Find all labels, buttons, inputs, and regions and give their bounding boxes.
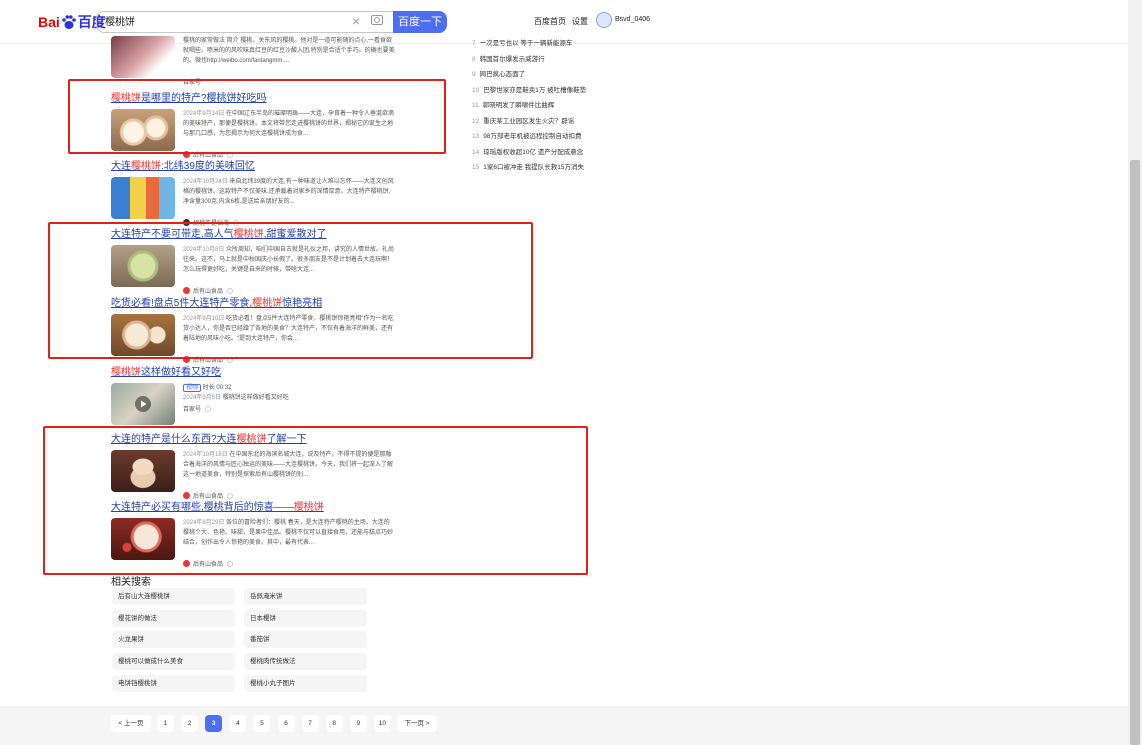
page-9-button[interactable]: 9 xyxy=(349,715,367,732)
page-4-button[interactable]: 4 xyxy=(229,715,247,732)
hot-news-item[interactable]: 9 网巴疯心态面了 xyxy=(472,68,525,78)
page-2-button[interactable]: 2 xyxy=(181,715,199,732)
settings-link[interactable]: 设置 xyxy=(572,16,588,27)
page-3-button[interactable]: 3 xyxy=(205,715,223,732)
result-title-link[interactable]: 大连樱桃饼:北纬39度的美味回忆 xyxy=(111,160,401,173)
video-thumbnail[interactable] xyxy=(111,383,175,425)
page-1-button[interactable]: 1 xyxy=(157,715,174,732)
annotation-box xyxy=(68,79,446,154)
play-icon xyxy=(135,396,151,412)
page-10-button[interactable]: 10 xyxy=(373,715,391,732)
paw-icon xyxy=(61,15,76,29)
result-source[interactable]: 百家号 xyxy=(183,404,201,413)
related-search-chip[interactable]: 后有山大连樱桃饼 xyxy=(112,588,235,605)
page-7-button[interactable]: 7 xyxy=(301,715,319,732)
hot-news-item[interactable]: 8 韩国首尔爆发示威游行 xyxy=(472,53,545,63)
related-search-chip[interactable]: 樱桃可以做成什么美食 xyxy=(112,653,235,671)
result-thumbnail[interactable] xyxy=(111,177,175,219)
annotation-box xyxy=(48,222,533,359)
avatar[interactable] xyxy=(596,12,612,28)
result-abstract: 樱桃的家常做法 简介 樱桃、关东风的樱桃。他对是一道可能随的点心,一看食欲就喝些… xyxy=(183,38,395,64)
camera-icon[interactable] xyxy=(371,15,383,25)
video-duration: 时长 00:32 xyxy=(202,385,232,391)
page-5-button[interactable]: 5 xyxy=(253,715,271,732)
hot-news-item[interactable]: 12 重庆某工业园区发生火灾？辟谣 xyxy=(472,115,574,125)
related-title: 相关搜索 xyxy=(111,577,151,588)
related-search-chip[interactable]: 电饼铛樱桃饼 xyxy=(112,674,235,692)
result-abstract: 樱桃饼这样做好看又好吃 xyxy=(222,395,289,401)
search-result: 大连樱桃饼:北纬39度的美味回忆 2024年10月24日 来自北纬39度的大连,… xyxy=(111,160,401,227)
related-search-chip[interactable]: 樱花饼的做法 xyxy=(112,609,235,627)
page-6-button[interactable]: 6 xyxy=(277,715,295,732)
home-link[interactable]: 百度首页 xyxy=(534,16,566,27)
page-8-button[interactable]: 8 xyxy=(325,715,343,732)
related-search-chip[interactable]: 日本樱饼 xyxy=(244,609,367,627)
search-result-video: 樱桃饼这样做好看又好吃 视频 时长 00:32 2024年9月5日 樱桃饼这样做… xyxy=(111,366,401,425)
annotation-box xyxy=(43,426,588,575)
info-icon[interactable] xyxy=(205,405,212,412)
logo-bai: Bai xyxy=(38,14,60,30)
clear-icon[interactable]: × xyxy=(352,13,360,29)
hot-news-item[interactable]: 15 1家6口被冲走 我提队长救15万消失 xyxy=(472,161,584,171)
hot-news-item[interactable]: 7 一次是亏也以 等于一辆新能源车 xyxy=(472,37,572,47)
related-search-chip[interactable]: 火龙果饼 xyxy=(112,631,235,649)
hot-news-item[interactable]: 13 98万部老年机被远程控制自动扣费 xyxy=(472,130,581,140)
related-search-chip[interactable]: 岳佩淹米饼 xyxy=(244,588,367,605)
hot-news-item[interactable]: 14 琼瑶版权收超10亿 遗产分配成悬念 xyxy=(472,146,583,156)
search-input[interactable] xyxy=(105,15,345,26)
related-search-chip[interactable]: 樱桃肉传统做法 xyxy=(244,653,367,671)
username[interactable]: Bsvd_0406 xyxy=(615,16,650,23)
video-tag: 视频 xyxy=(183,384,202,392)
result-thumbnail[interactable] xyxy=(111,36,175,78)
hot-news-item[interactable]: 11 郭晓明发了瞬啸件比曲辉 xyxy=(472,99,554,109)
next-page-button[interactable]: 下一页 > xyxy=(397,715,437,732)
related-search-chip[interactable]: 番茄饼 xyxy=(244,631,367,649)
related-search-chip[interactable]: 樱桃小丸子图片 xyxy=(244,674,367,692)
scrollbar-thumb[interactable] xyxy=(1130,160,1140,745)
search-button[interactable]: 百度一下 xyxy=(393,11,447,33)
prev-page-button[interactable]: < 上一页 xyxy=(111,715,151,732)
search-box[interactable] xyxy=(96,11,393,33)
result-title-link[interactable]: 樱桃饼这样做好看又好吃 xyxy=(111,366,401,379)
hot-news-item[interactable]: 10 巴黎世家亦是鞋卖1万 被吐槽像鞋垫 xyxy=(472,84,586,94)
